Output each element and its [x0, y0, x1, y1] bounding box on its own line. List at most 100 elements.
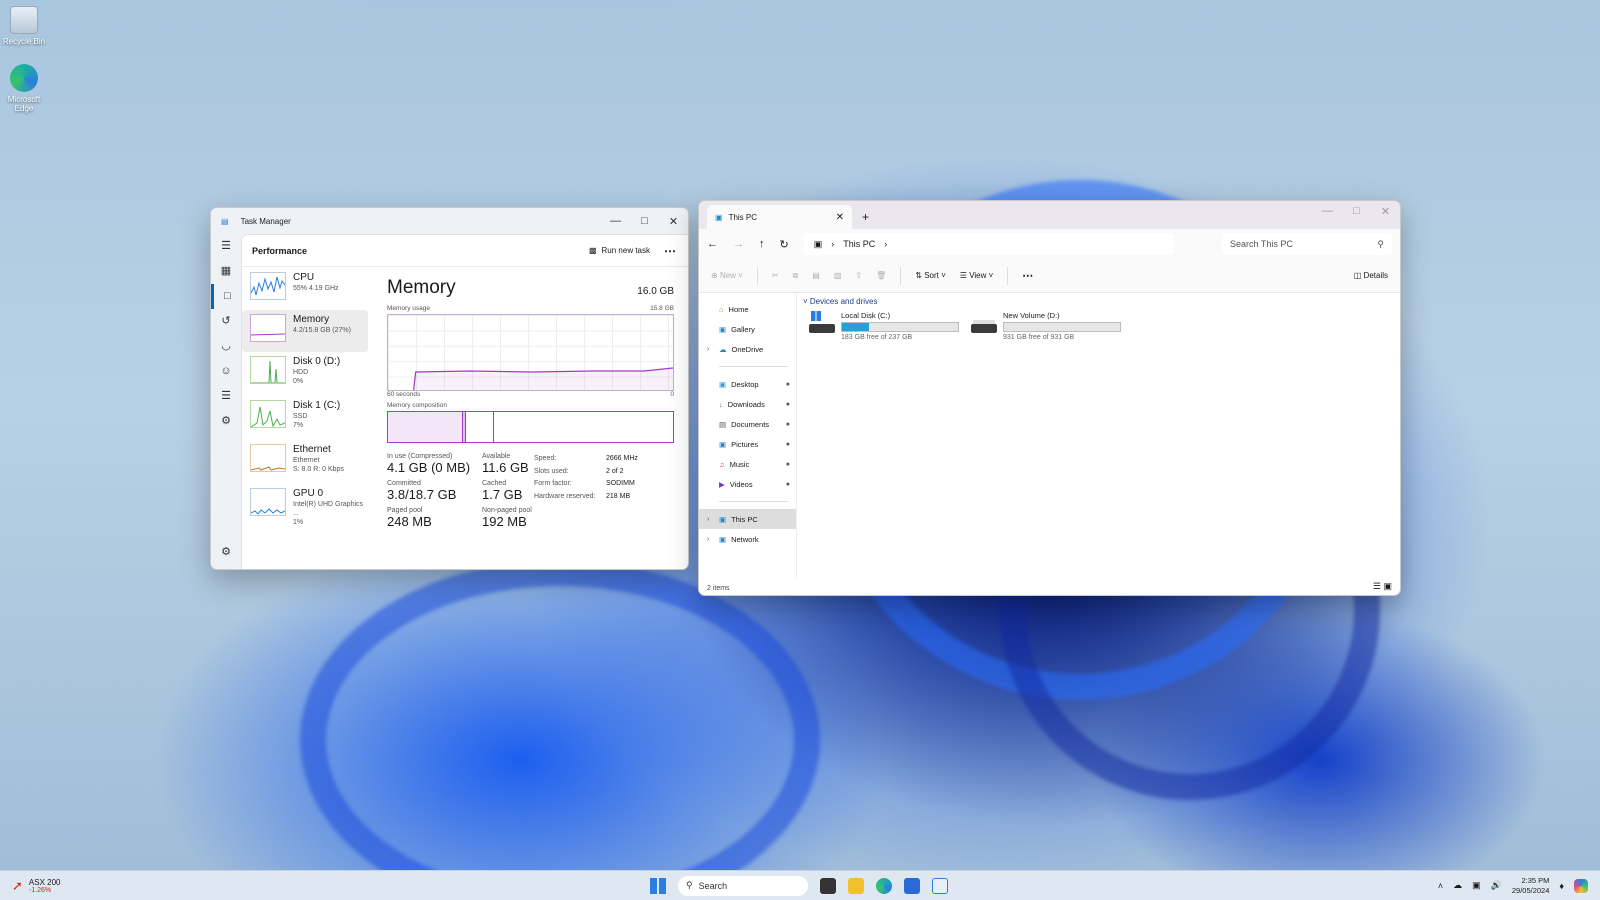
search-input[interactable]: Search This PC ⚲ — [1222, 233, 1392, 255]
device-name: GPU 0 — [293, 488, 324, 499]
view-button[interactable]: ☰ View ˅ — [960, 271, 994, 280]
chevron-right-icon[interactable]: › — [884, 239, 887, 249]
delete-icon[interactable]: 🗑 — [876, 271, 886, 280]
stock-widget[interactable]: ➚ ASX 200 -1.26% — [0, 878, 60, 894]
pin-icon[interactable]: ● — [786, 401, 790, 408]
nav-gallery[interactable]: ▣ Gallery — [699, 319, 796, 339]
copilot-icon[interactable] — [1574, 878, 1588, 893]
copy-icon[interactable]: ⧉ — [793, 271, 799, 281]
cut-icon[interactable]: ✂ — [772, 271, 779, 280]
task-manager-taskbar-icon[interactable] — [932, 877, 948, 894]
close-icon[interactable]: ✕ — [659, 215, 688, 228]
chevron-right-icon[interactable]: › — [707, 516, 709, 523]
network-tray-icon[interactable]: ▣ — [1472, 880, 1481, 891]
clock[interactable]: 2:35 PM 29/05/2024 — [1512, 876, 1550, 896]
back-icon[interactable]: ← — [707, 238, 718, 250]
more-options-icon[interactable]: ⋯ — [664, 244, 676, 258]
nav-downloads[interactable]: ↓ Downloads ● — [699, 394, 796, 414]
group-header[interactable]: ˅ Devices and drives — [803, 297, 1400, 306]
paged-pool-label: Paged pool — [387, 507, 423, 514]
close-icon[interactable]: ✕ — [1371, 205, 1400, 218]
chevron-right-icon: › — [831, 239, 835, 249]
nav-this-pc[interactable]: › ▣ This PC — [699, 509, 796, 529]
breadcrumb-this-pc[interactable]: This PC — [843, 239, 875, 249]
app-history-icon[interactable]: ↺ — [211, 309, 241, 334]
details-view-icon[interactable]: ☰ — [1373, 581, 1381, 591]
details-button[interactable]: ◫ Details — [1354, 271, 1388, 280]
start-button[interactable] — [650, 877, 666, 894]
nav-music[interactable]: ♫ Music ● — [699, 454, 796, 474]
hamburger-menu-icon[interactable]: ☰ — [211, 234, 241, 259]
device-disk-1[interactable]: Disk 1 (C:) SSD 7% — [242, 396, 370, 438]
device-disk-0[interactable]: Disk 0 (D:) HDD 0% — [242, 352, 370, 394]
file-explorer-taskbar-icon[interactable] — [848, 877, 864, 894]
pin-icon[interactable]: ● — [786, 461, 790, 468]
pin-icon[interactable]: ● — [786, 421, 790, 428]
graph-axis-left: 60 seconds — [387, 391, 421, 398]
device-cpu[interactable]: CPU 55% 4.19 GHz — [242, 268, 370, 310]
device-gpu[interactable]: GPU 0 Intel(R) UHD Graphics ... 1% — [242, 484, 370, 526]
edge-shortcut[interactable]: Microsoft Edge — [2, 64, 46, 113]
sort-button[interactable]: ⇅ Sort ˅ — [915, 271, 946, 280]
tab-this-pc[interactable]: ▣ This PC ✕ — [707, 205, 852, 229]
nav-desktop[interactable]: ▣ Desktop ● — [699, 374, 796, 394]
nav-network[interactable]: › ▣ Network — [699, 529, 796, 549]
composition-standby — [466, 412, 494, 442]
nav-home[interactable]: ⌂ Home — [699, 299, 796, 319]
recycle-bin-shortcut[interactable]: Recycle Bin — [2, 6, 46, 46]
maximize-icon[interactable]: □ — [630, 215, 659, 228]
notification-bell-icon[interactable]: ♦ — [1559, 881, 1564, 891]
users-icon[interactable]: ☺ — [211, 359, 241, 384]
details-icon[interactable]: ☰ — [211, 384, 241, 409]
up-icon[interactable]: ↑ — [759, 238, 765, 250]
task-view-icon[interactable] — [820, 877, 836, 894]
performance-icon[interactable]: □ — [211, 284, 241, 309]
device-sub: Ethernet — [293, 457, 320, 464]
volume-icon[interactable]: 🔊 — [1491, 880, 1502, 891]
share-icon[interactable]: ⇧ — [855, 271, 862, 280]
page-header: Performance ▩ Run new task ⋯ — [242, 235, 688, 267]
paste-icon[interactable]: ▤ — [812, 271, 820, 280]
edge-taskbar-icon[interactable] — [876, 877, 892, 894]
new-tab-icon[interactable]: + — [852, 205, 879, 229]
device-ethernet[interactable]: Ethernet Ethernet S: 8.0 R: 0 Kbps — [242, 440, 370, 482]
store-taskbar-icon[interactable] — [904, 877, 920, 894]
minimize-icon[interactable]: — — [601, 215, 630, 228]
maximize-icon[interactable]: □ — [1342, 205, 1371, 218]
page-title: Performance — [252, 245, 308, 256]
onedrive-tray-icon[interactable]: ☁ — [1453, 880, 1462, 891]
drive-c[interactable]: Local Disk (C:) 183 GB free of 237 GB — [809, 311, 959, 341]
pin-icon[interactable]: ● — [786, 481, 790, 488]
nav-documents[interactable]: ▤ Documents ● — [699, 414, 796, 434]
more-options-icon[interactable]: ⋯ — [1022, 269, 1033, 282]
device-memory[interactable]: Memory 4.2/15.8 GB (27%) — [242, 310, 368, 352]
refresh-icon[interactable]: ↻ — [780, 238, 789, 251]
tiles-view-icon[interactable]: ▣ — [1383, 581, 1392, 591]
new-button[interactable]: ⊕ New ˅ — [711, 271, 743, 280]
nav-onedrive[interactable]: › ☁ OneDrive — [699, 339, 796, 359]
close-tab-icon[interactable]: ✕ — [836, 212, 844, 223]
chevron-right-icon[interactable]: › — [707, 536, 709, 543]
nav-videos[interactable]: ▶ Videos ● — [699, 474, 796, 494]
address-bar[interactable]: ▣ › This PC › — [803, 233, 1174, 255]
pin-icon[interactable]: ● — [786, 381, 790, 388]
chevron-right-icon[interactable]: › — [707, 346, 709, 353]
disk1-sparkline — [250, 400, 286, 428]
tab-bar: ▣ This PC ✕ + — □ ✕ — [699, 201, 1400, 229]
minimize-icon[interactable]: — — [1313, 205, 1342, 218]
drive-name: Local Disk (C:) — [841, 311, 891, 320]
rename-icon[interactable]: ▧ — [834, 271, 842, 280]
processes-icon[interactable]: ▦ — [211, 259, 241, 284]
taskbar-search[interactable]: ⚲ Search — [678, 875, 808, 896]
run-new-task-button[interactable]: ▩ Run new task — [589, 246, 650, 255]
pin-icon[interactable]: ● — [786, 441, 790, 448]
chevron-up-icon[interactable]: ˄ — [1438, 881, 1443, 891]
drive-d[interactable]: New Volume (D:) 931 GB free of 931 GB — [971, 311, 1121, 341]
divider — [719, 501, 788, 502]
forward-icon[interactable]: → — [733, 238, 744, 250]
settings-icon[interactable]: ⚙ — [211, 540, 241, 565]
nav-pictures[interactable]: ▣ Pictures ● — [699, 434, 796, 454]
services-icon[interactable]: ⚙ — [211, 409, 241, 434]
task-manager-titlebar[interactable]: ▤ Task Manager — □ ✕ — [211, 208, 688, 234]
startup-apps-icon[interactable]: ◡ — [211, 334, 241, 359]
